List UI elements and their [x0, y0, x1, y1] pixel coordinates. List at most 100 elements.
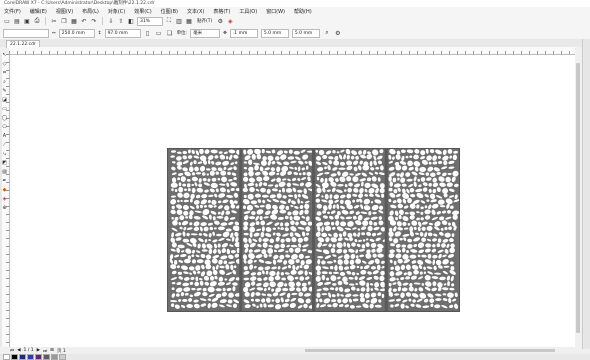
prev-page-icon[interactable]: ◀ — [17, 348, 20, 353]
palette-swatch[interactable] — [35, 354, 42, 360]
connector-tool-icon[interactable]: ⤷ — [1, 151, 8, 157]
cutout-cell — [389, 249, 395, 254]
page-width-field[interactable]: 250.0 mm — [58, 28, 95, 38]
options-icon[interactable]: ⚙ — [216, 17, 224, 25]
cutout-cell — [316, 172, 324, 177]
cutout-cell — [417, 254, 421, 258]
cutout-cell — [287, 178, 291, 182]
cutout-cell — [378, 216, 383, 220]
parallel-dimension-tool-icon[interactable]: ⟋ — [1, 142, 8, 148]
menu-edit[interactable]: 编辑(E) — [30, 8, 47, 15]
app-launcher-icon[interactable]: ◈ — [226, 17, 234, 25]
new-icon[interactable]: ▭ — [3, 17, 11, 25]
menu-text[interactable]: 文本(X) — [187, 8, 204, 15]
palette-swatch[interactable] — [19, 354, 26, 360]
cutout-cell — [260, 187, 266, 193]
horizontal-ruler[interactable] — [9, 47, 575, 55]
shape-tool-icon[interactable]: ◇ — [1, 61, 8, 67]
print-icon[interactable]: ⎙ — [33, 17, 41, 25]
vertical-scrollbar[interactable] — [575, 55, 581, 347]
eyedropper-tool-icon[interactable]: ✒ — [1, 178, 8, 184]
cutout-cell — [212, 231, 216, 236]
drawing-canvas[interactable] — [10, 55, 575, 347]
landscape-icon[interactable]: ▭ — [155, 29, 163, 37]
polygon-tool-icon[interactable]: ⬠ — [1, 124, 8, 130]
cutout-cell — [441, 243, 446, 248]
cutout-cell — [292, 210, 299, 216]
menu-view[interactable]: 视图(V) — [56, 8, 73, 15]
publish-icon[interactable]: ◧ — [127, 17, 135, 25]
copy-icon[interactable]: ❐ — [60, 17, 68, 25]
cutout-cell — [401, 287, 408, 292]
snap-to-button[interactable]: 贴齐(T) — [197, 18, 212, 24]
export-icon[interactable]: ⇧ — [117, 17, 125, 25]
cutout-cell — [388, 187, 393, 192]
page-size-select[interactable] — [3, 28, 49, 38]
menu-window[interactable]: 窗口(W) — [266, 8, 285, 15]
cutout-cell — [321, 182, 329, 189]
menu-layout[interactable]: 布局(L) — [82, 8, 99, 15]
cutout-cell — [352, 227, 357, 230]
grid-icon[interactable]: ▦ — [185, 17, 193, 25]
import-icon[interactable]: ⇩ — [107, 17, 115, 25]
smart-fill-tool-icon[interactable]: ◪ — [1, 97, 8, 103]
pick-tool-icon[interactable]: ↖ — [1, 52, 8, 58]
horizontal-scroll-thumb[interactable] — [305, 349, 555, 352]
palette-swatch[interactable] — [51, 354, 58, 360]
first-page-icon[interactable]: ⏮ — [10, 348, 14, 354]
palette-swatch[interactable] — [11, 354, 18, 360]
interactive-fill-tool-icon[interactable]: ◆ — [1, 187, 8, 193]
palette-swatch[interactable] — [3, 354, 10, 360]
palette-swatch[interactable] — [59, 354, 66, 360]
cutout-cell — [441, 220, 448, 226]
page-tab[interactable]: 页 1 — [57, 348, 66, 354]
redo-icon[interactable]: ↷ — [90, 17, 98, 25]
paste-icon[interactable]: ▦ — [70, 17, 78, 25]
all-pages-icon[interactable]: ❏ — [166, 29, 174, 37]
ellipse-tool-icon[interactable]: ◯ — [1, 115, 8, 121]
horizontal-scrollbar[interactable] — [90, 348, 572, 353]
palette-swatch[interactable] — [27, 354, 34, 360]
page-height-field[interactable]: 97.0 mm — [104, 28, 141, 38]
zoom-tool-icon[interactable]: ⌕ — [1, 79, 8, 85]
cutout-cell — [228, 179, 233, 182]
open-icon[interactable]: ▤ — [13, 17, 21, 25]
zoom-select[interactable]: 31% — [137, 16, 163, 26]
next-page-icon[interactable]: ▶ — [37, 348, 40, 353]
settings-icon[interactable]: ⚙ — [334, 29, 342, 37]
menu-file[interactable]: 文件(F) — [4, 8, 21, 15]
drop-shadow-tool-icon[interactable]: ◩ — [1, 160, 8, 166]
menu-bitmaps[interactable]: 位图(B) — [161, 8, 178, 15]
cutout-cell — [280, 243, 286, 249]
carved-screen-panel[interactable] — [167, 148, 460, 312]
palette-swatch[interactable] — [43, 354, 50, 360]
crop-tool-icon[interactable]: ⌗ — [1, 70, 8, 76]
nudge-field[interactable]: .1 mm — [229, 28, 258, 38]
search-icon[interactable]: ⌕ — [323, 29, 331, 37]
portrait-icon[interactable]: ▯ — [144, 29, 152, 37]
duplicate-y-field[interactable]: 5.0 mm — [291, 28, 320, 38]
add-tool-icon[interactable]: ⊕ — [1, 205, 8, 211]
rectangle-tool-icon[interactable]: ▭ — [1, 106, 8, 112]
cutout-cell — [347, 187, 353, 193]
menu-tools[interactable]: 工具(O) — [239, 8, 257, 15]
vertical-scroll-thumb[interactable] — [576, 63, 580, 333]
duplicate-x-field[interactable]: 5.0 mm — [260, 28, 289, 38]
smart-fill-icon[interactable]: ◈ — [1, 196, 8, 202]
units-select[interactable]: 毫米 — [190, 28, 221, 38]
transparency-tool-icon[interactable]: ▨ — [1, 169, 8, 175]
rulers-icon[interactable]: ▥ — [175, 17, 183, 25]
full-screen-icon[interactable]: ⛶ — [165, 17, 173, 25]
save-icon[interactable]: ▣ — [23, 17, 31, 25]
text-tool-icon[interactable]: A — [1, 133, 8, 139]
last-page-icon[interactable]: ⏭ — [43, 348, 47, 354]
cutout-cell — [408, 286, 414, 292]
add-page-icon[interactable]: ⊞ — [50, 348, 54, 353]
cut-icon[interactable]: ✂ — [50, 17, 58, 25]
menu-table[interactable]: 表格(T) — [213, 8, 230, 15]
menu-effects[interactable]: 效果(C) — [134, 8, 151, 15]
menu-object[interactable]: 对象(C) — [108, 8, 125, 15]
undo-icon[interactable]: ↶ — [80, 17, 88, 25]
menu-help[interactable]: 帮助(H) — [294, 8, 312, 15]
freehand-tool-icon[interactable]: ✎ — [1, 88, 8, 94]
